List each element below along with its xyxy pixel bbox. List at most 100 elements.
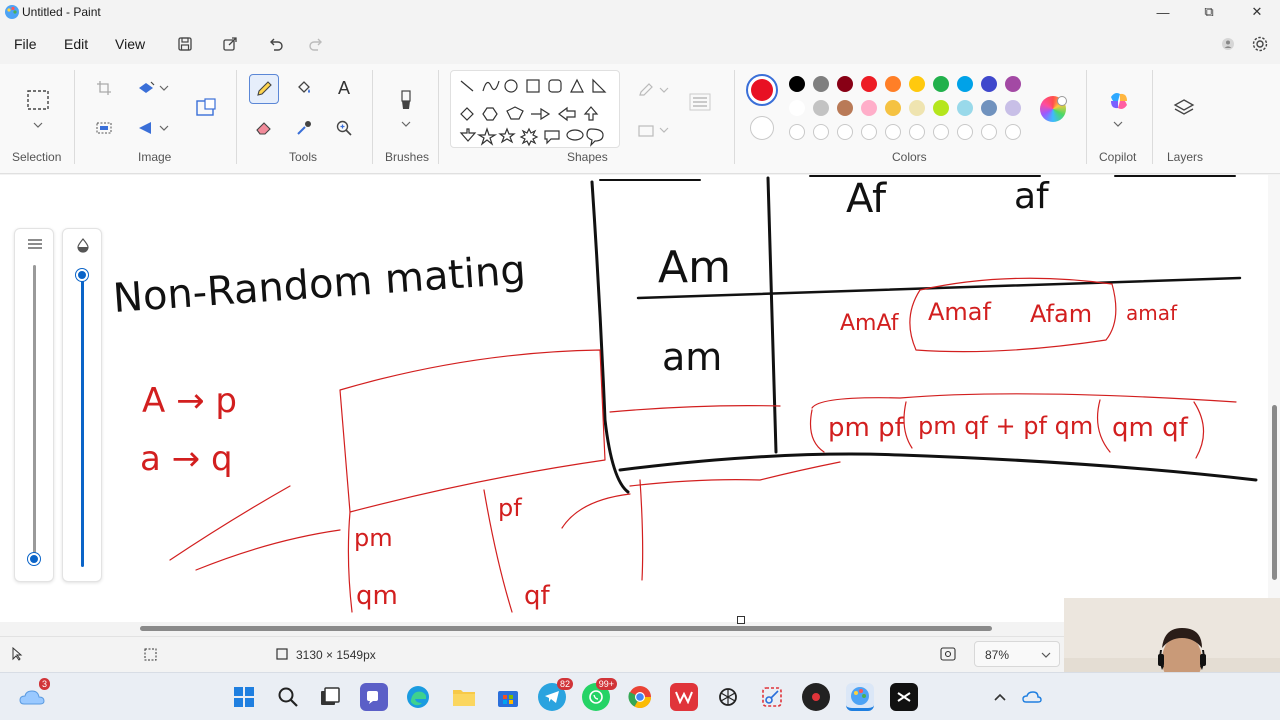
brush-icon[interactable]	[392, 86, 420, 116]
edge-browser-icon[interactable]	[404, 683, 432, 711]
menu-view[interactable]: View	[115, 36, 145, 52]
account-icon[interactable]	[1218, 34, 1238, 54]
fill-dropdown-icon[interactable]	[656, 116, 672, 144]
copilot-icon[interactable]	[1104, 86, 1134, 116]
ribbon-divider	[1086, 70, 1087, 164]
search-icon[interactable]	[274, 683, 302, 711]
recorder-icon[interactable]	[802, 683, 830, 711]
color-swatch[interactable]	[885, 76, 901, 92]
crop-icon[interactable]	[90, 74, 118, 102]
layers-icon[interactable]	[1170, 94, 1198, 122]
secondary-color-selector[interactable]	[750, 116, 774, 140]
copilot-dropdown-icon[interactable]	[1110, 116, 1126, 132]
color-swatch[interactable]	[789, 76, 805, 92]
fill-bucket-icon[interactable]	[290, 74, 318, 102]
file-explorer-icon[interactable]	[450, 683, 478, 711]
brushes-dropdown-icon[interactable]	[396, 116, 416, 132]
color-swatch[interactable]	[909, 100, 925, 116]
chrome-icon[interactable]	[626, 683, 654, 711]
custom-color-slot[interactable]	[957, 124, 973, 140]
undo-icon[interactable]	[266, 34, 286, 54]
color-swatch[interactable]	[861, 100, 877, 116]
fit-to-window-icon[interactable]	[940, 647, 956, 664]
save-icon[interactable]	[175, 34, 195, 54]
start-windows-icon[interactable]	[230, 683, 258, 711]
outline-dropdown-icon[interactable]	[656, 76, 672, 104]
color-swatch[interactable]	[981, 76, 997, 92]
custom-color-slot[interactable]	[1005, 124, 1021, 140]
color-swatch[interactable]	[837, 76, 853, 92]
drawing-canvas[interactable]: Non-Random mating Af af Am am AmAf Amaf …	[0, 175, 1280, 622]
vertical-scroll-thumb[interactable]	[1272, 405, 1277, 580]
snipping-tool-icon[interactable]	[758, 683, 786, 711]
rotate-dropdown-icon[interactable]	[156, 74, 172, 102]
shapes-gallery[interactable]	[450, 70, 620, 148]
pencil-tool-icon[interactable]	[249, 74, 279, 104]
menu-edit[interactable]: Edit	[64, 36, 88, 52]
custom-color-slot[interactable]	[861, 124, 877, 140]
color-swatch[interactable]	[813, 100, 829, 116]
resize-image-icon[interactable]	[192, 94, 220, 122]
line-size-icon[interactable]	[686, 88, 714, 116]
primary-color-selector[interactable]	[746, 74, 778, 106]
minimize-button[interactable]: —	[1140, 0, 1186, 24]
close-button[interactable]: ✕	[1234, 0, 1280, 24]
color-swatch[interactable]	[909, 76, 925, 92]
horizontal-scroll-thumb[interactable]	[140, 626, 992, 631]
weather-widget-icon[interactable]: 3	[18, 678, 50, 711]
size-slider-track[interactable]	[33, 265, 36, 561]
microsoft-store-icon[interactable]	[494, 683, 522, 711]
color-swatch[interactable]	[933, 76, 949, 92]
flip-dropdown-icon[interactable]	[156, 114, 172, 142]
color-picker-icon[interactable]	[290, 114, 318, 142]
magnifier-icon[interactable]	[330, 114, 358, 142]
custom-color-slot[interactable]	[813, 124, 829, 140]
ribbon-divider	[236, 70, 237, 164]
telegram-icon[interactable]: 82	[538, 678, 573, 711]
size-slider-thumb[interactable]	[28, 553, 40, 565]
text-tool-icon[interactable]: A	[330, 74, 358, 102]
color-swatch[interactable]	[981, 100, 997, 116]
task-view-icon[interactable]	[316, 683, 344, 711]
image-select-icon[interactable]	[90, 114, 118, 142]
color-swatch[interactable]	[789, 100, 805, 116]
custom-color-slot[interactable]	[885, 124, 901, 140]
custom-color-slot[interactable]	[981, 124, 997, 140]
paint-taskbar-icon[interactable]	[846, 683, 874, 711]
capcut-icon[interactable]	[890, 683, 918, 711]
menu-file[interactable]: File	[14, 36, 37, 52]
custom-color-slot[interactable]	[837, 124, 853, 140]
color-swatch[interactable]	[933, 100, 949, 116]
maximize-button[interactable]: ⧉	[1186, 0, 1232, 24]
vertical-scrollbar[interactable]	[1268, 175, 1280, 600]
edit-colors-icon[interactable]	[1040, 96, 1067, 122]
eraser-icon[interactable]	[250, 114, 278, 142]
teams-icon[interactable]	[360, 683, 388, 711]
share-icon[interactable]	[220, 34, 240, 54]
color-swatch[interactable]	[885, 100, 901, 116]
chatgpt-icon[interactable]	[714, 683, 742, 711]
custom-color-slot[interactable]	[789, 124, 805, 140]
settings-gear-icon[interactable]	[1250, 34, 1270, 54]
selection-rectangle-icon[interactable]	[22, 84, 54, 116]
color-swatch[interactable]	[1005, 100, 1021, 116]
whatsapp-icon[interactable]: 99+	[582, 678, 617, 711]
color-swatch[interactable]	[957, 76, 973, 92]
color-swatch[interactable]	[957, 100, 973, 116]
selection-dropdown-icon[interactable]	[24, 116, 52, 134]
onedrive-cloud-icon[interactable]	[1018, 683, 1046, 711]
custom-color-slot[interactable]	[933, 124, 949, 140]
color-swatch[interactable]	[813, 76, 829, 92]
custom-color-slot[interactable]	[909, 124, 925, 140]
opacity-slider-thumb[interactable]	[76, 269, 88, 281]
color-swatch[interactable]	[1005, 76, 1021, 92]
wps-office-icon[interactable]	[670, 683, 698, 711]
canvas-resize-handle[interactable]	[737, 616, 745, 624]
zoom-select[interactable]: 87%	[974, 641, 1060, 667]
show-hidden-icons-chevron-up-icon[interactable]	[986, 683, 1014, 711]
horizontal-scrollbar[interactable]	[0, 616, 1068, 634]
color-swatch[interactable]	[837, 100, 853, 116]
color-swatch[interactable]	[861, 76, 877, 92]
redo-icon[interactable]	[306, 34, 326, 54]
opacity-slider-track[interactable]	[81, 269, 84, 567]
